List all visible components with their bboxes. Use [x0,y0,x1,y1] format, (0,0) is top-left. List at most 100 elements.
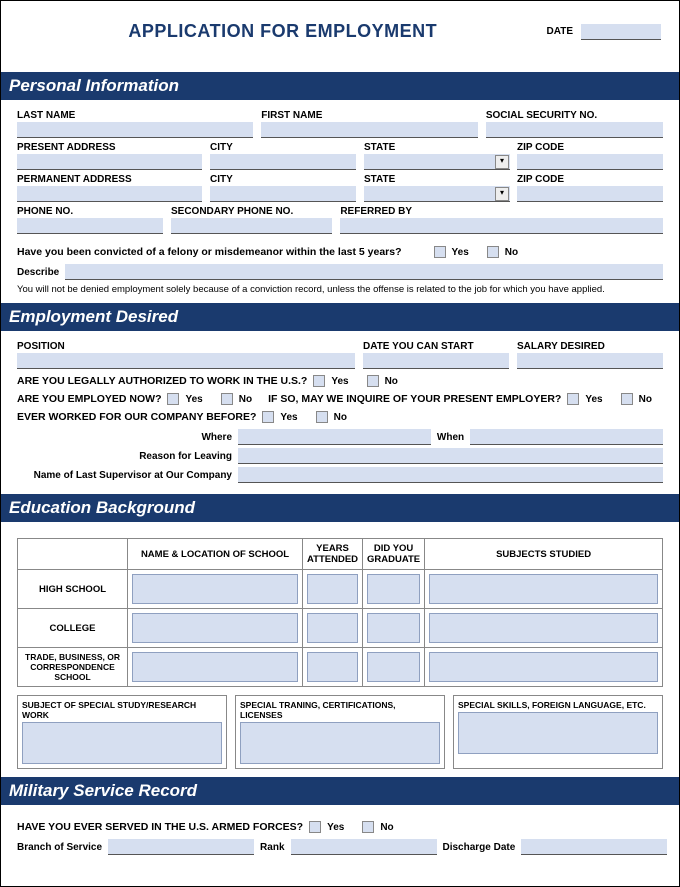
worked-before-yes-label: Yes [280,412,297,423]
present-address-label: PRESENT ADDRESS [17,142,202,153]
trade-grad-input[interactable] [367,652,420,682]
employed-no-checkbox[interactable] [221,393,233,405]
position-input[interactable] [17,353,355,369]
present-address-input[interactable] [17,154,202,170]
application-form: APPLICATION FOR EMPLOYMENT DATE Personal… [0,0,680,887]
college-name-input[interactable] [132,613,298,643]
hs-subjects-input[interactable] [429,574,658,604]
permanent-state-label: STATE [364,174,509,185]
date-field: DATE [547,24,661,40]
worked-before-no-label: No [334,412,347,423]
present-state-dropdown-icon[interactable]: ▾ [495,155,509,169]
inquire-yes-checkbox[interactable] [567,393,579,405]
present-state-label: STATE [364,142,509,153]
served-yes-checkbox[interactable] [309,821,321,833]
when-input[interactable] [470,429,663,445]
trade-years-input[interactable] [307,652,358,682]
table-row: TRADE, BUSINESS, OR CORRESPONDENCE SCHOO… [18,648,663,687]
college-grad-input[interactable] [367,613,420,643]
table-row: HIGH SCHOOL [18,570,663,609]
worked-before-question: EVER WORKED FOR OUR COMPANY BEFORE? [17,411,256,423]
college-subjects-input[interactable] [429,613,658,643]
special-skills-box: SPECIAL SKILLS, FOREIGN LANGUAGE, ETC. [453,695,663,769]
supervisor-label: Name of Last Supervisor at Our Company [17,470,232,481]
rank-input[interactable] [291,839,437,855]
authorized-no-checkbox[interactable] [367,375,379,387]
referred-by-input[interactable] [340,218,663,234]
permanent-city-label: CITY [210,174,356,185]
hs-name-input[interactable] [132,574,298,604]
col-years: YEARS ATTENDED [303,539,363,570]
when-label: When [437,432,464,443]
present-city-input[interactable] [210,154,356,170]
where-input[interactable] [238,429,431,445]
trade-name-input[interactable] [132,652,298,682]
phone-input[interactable] [17,218,163,234]
employed-yes-checkbox[interactable] [167,393,179,405]
special-skills-input[interactable] [458,712,658,754]
hs-years-input[interactable] [307,574,358,604]
inquire-no-checkbox[interactable] [621,393,633,405]
salary-label: SALARY DESIRED [517,341,663,352]
special-training-input[interactable] [240,722,440,764]
inquire-question: IF SO, MAY WE INQUIRE OF YOUR PRESENT EM… [268,393,561,405]
employed-question: ARE YOU EMPLOYED NOW? [17,393,161,405]
employed-yes-label: Yes [185,394,202,405]
salary-input[interactable] [517,353,663,369]
first-name-label: FIRST NAME [261,110,478,121]
inquire-yes-label: Yes [585,394,602,405]
felony-yes-label: Yes [452,247,469,258]
permanent-zip-label: ZIP CODE [517,174,663,185]
phone-label: PHONE NO. [17,206,163,217]
branch-input[interactable] [108,839,254,855]
rank-label: Rank [260,842,284,853]
special-study-input[interactable] [22,722,222,764]
trade-subjects-input[interactable] [429,652,658,682]
position-label: POSITION [17,341,355,352]
permanent-address-input[interactable] [17,186,202,202]
ssn-input[interactable] [486,122,663,138]
special-training-label: SPECIAL TRANING, CERTIFICATIONS, LICENSE… [240,700,440,720]
secondary-phone-label: SECONDARY PHONE NO. [171,206,332,217]
describe-label: Describe [17,267,59,278]
where-label: Where [17,432,232,443]
last-name-input[interactable] [17,122,253,138]
present-state-input[interactable] [364,154,510,170]
secondary-phone-input[interactable] [171,218,332,234]
first-name-input[interactable] [261,122,478,138]
felony-no-label: No [505,247,518,258]
worked-before-yes-checkbox[interactable] [262,411,274,423]
hs-grad-input[interactable] [367,574,420,604]
permanent-state-dropdown-icon[interactable]: ▾ [495,187,509,201]
present-zip-input[interactable] [517,154,663,170]
permanent-city-input[interactable] [210,186,356,202]
section-military-body: HAVE YOU EVER SERVED IN THE U.S. ARMED F… [1,805,679,866]
served-no-checkbox[interactable] [362,821,374,833]
table-row: COLLEGE [18,609,663,648]
date-start-input[interactable] [363,353,509,369]
authorized-no-label: No [385,376,398,387]
special-skills-label: SPECIAL SKILLS, FOREIGN LANGUAGE, ETC. [458,700,658,710]
describe-input[interactable] [65,264,663,280]
permanent-state-input[interactable] [364,186,510,202]
section-military-header: Military Service Record [1,777,679,805]
employed-no-label: No [239,394,252,405]
reason-input[interactable] [238,448,663,464]
discharge-input[interactable] [521,839,667,855]
permanent-zip-input[interactable] [517,186,663,202]
education-table: NAME & LOCATION OF SCHOOL YEARS ATTENDED… [17,538,663,687]
conviction-disclaimer: You will not be denied employment solely… [17,284,663,295]
branch-label: Branch of Service [17,842,102,853]
ssn-label: SOCIAL SECURITY NO. [486,110,663,121]
reason-label: Reason for Leaving [17,451,232,462]
authorized-yes-checkbox[interactable] [313,375,325,387]
supervisor-input[interactable] [238,467,663,483]
page-title: APPLICATION FOR EMPLOYMENT [19,21,547,42]
college-years-input[interactable] [307,613,358,643]
worked-before-no-checkbox[interactable] [316,411,328,423]
date-input[interactable] [581,24,661,40]
felony-yes-checkbox[interactable] [434,246,446,258]
authorized-yes-label: Yes [331,376,348,387]
felony-no-checkbox[interactable] [487,246,499,258]
served-no-label: No [380,822,393,833]
